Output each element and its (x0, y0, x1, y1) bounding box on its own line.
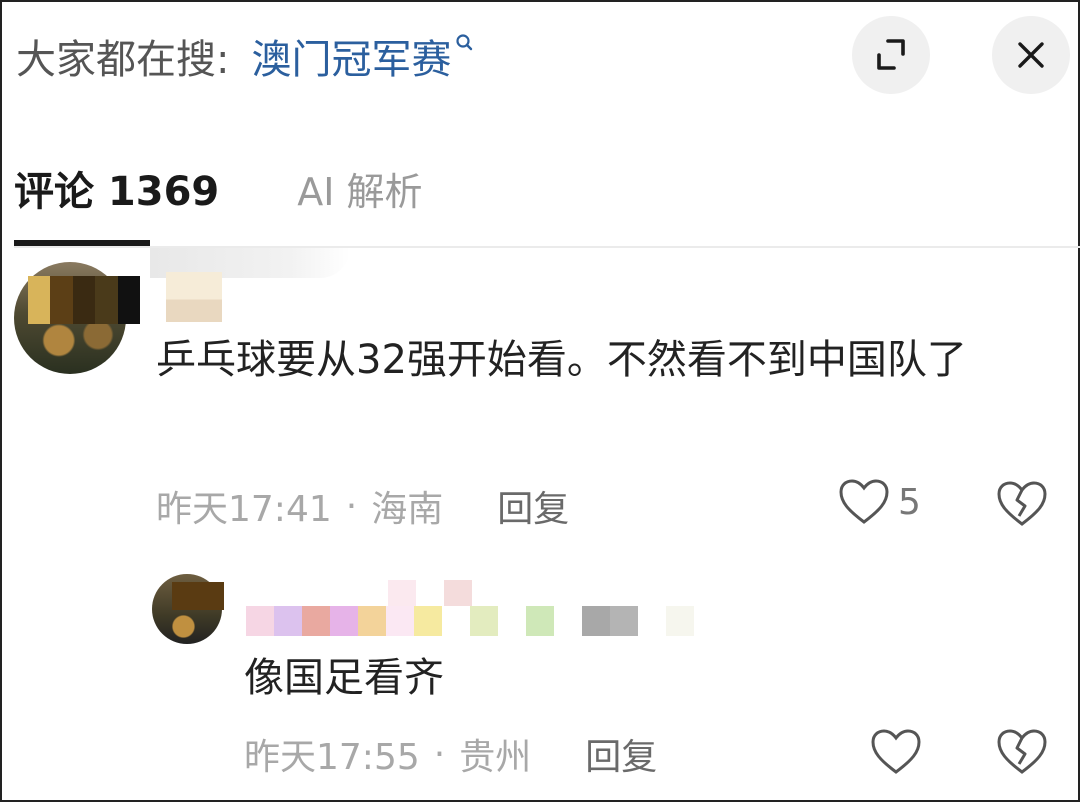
reply-time: 昨天17:55 (244, 737, 420, 778)
heart-outline-icon (839, 479, 889, 524)
tab-comments[interactable]: 评论 1369 (14, 159, 219, 217)
avatar-mosaic (172, 582, 224, 610)
reply-button[interactable]: 回复 (585, 728, 657, 780)
meta-separator: · (433, 733, 446, 775)
close-button[interactable] (992, 16, 1070, 94)
comment-tabs: 评论 1369 AI 解析 (14, 158, 423, 218)
search-icon (456, 34, 473, 51)
close-icon (1018, 42, 1044, 68)
username-redacted[interactable] (246, 606, 694, 636)
avatar-mosaic (28, 276, 141, 324)
expand-icon (877, 39, 905, 70)
like-button[interactable]: 5 (838, 478, 921, 526)
screenshot-frame (0, 0, 1080, 802)
reply-location: 贵州 (459, 737, 532, 778)
comment-meta: 昨天17:41 · 海南 回复 (156, 484, 569, 531)
username-redacted[interactable] (166, 272, 222, 322)
search-hint-prefix: 大家都在搜: (16, 37, 230, 83)
reply-button[interactable]: 回复 (497, 480, 569, 532)
search-hint-term[interactable]: 澳门冠军赛 (251, 27, 451, 85)
search-hint[interactable]: 大家都在搜: 澳门冠军赛 (16, 28, 475, 84)
broken-heart-icon[interactable] (996, 480, 1048, 528)
reply-text: 像国足看齐 (244, 655, 444, 701)
broken-heart-icon[interactable] (996, 728, 1048, 776)
reply-meta: 昨天17:55 · 贵州 回复 (244, 732, 657, 779)
comment-text: 乒乓球要从32强开始看。不然看不到中国队了 (156, 337, 967, 383)
meta-separator: · (345, 485, 358, 527)
username-redacted (388, 580, 472, 606)
comment-time: 昨天17:41 (156, 489, 332, 530)
heart-outline-icon[interactable] (870, 728, 922, 776)
comment-location: 海南 (371, 489, 444, 530)
like-count: 5 (898, 481, 921, 523)
tab-ai-analysis[interactable]: AI 解析 (297, 161, 422, 216)
expand-button[interactable] (852, 16, 930, 94)
